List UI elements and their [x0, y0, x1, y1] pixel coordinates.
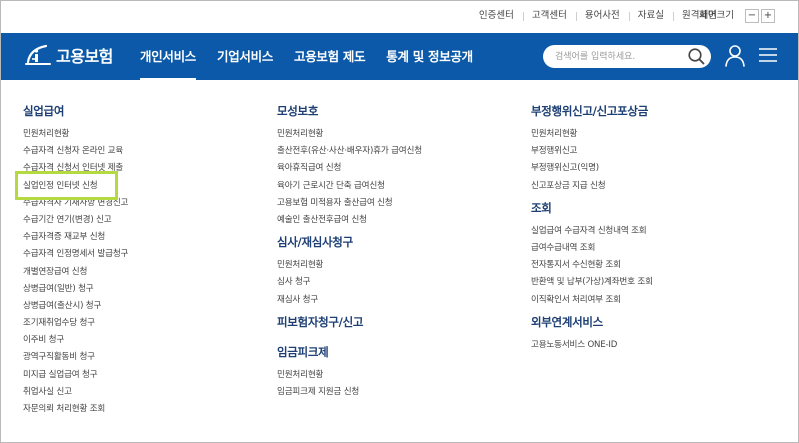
unemployment-benefits-list: 민원처리현황 수급자격 신청자 온라인 교육 수급자격 신청서 인터넷 제출 실…	[23, 128, 128, 420]
utility-link-glossary[interactable]: 용어사전	[575, 9, 629, 23]
sitemap-column-3: 부정행위신고/신고포상금 민원처리현황 부정행위신고 부정행위신고(익명) 신고…	[531, 104, 653, 356]
section-title-fraud-report[interactable]: 부정행위신고/신고포상금	[531, 104, 653, 118]
section-title-inquiry[interactable]: 조회	[531, 201, 653, 215]
global-nav: 개인서비스 기업서비스 고용보험 제도 통계 및 정보공개	[140, 33, 494, 80]
zoom-out-button[interactable]: −	[745, 9, 759, 23]
utility-link-library[interactable]: 자료실	[628, 9, 673, 23]
list-item[interactable]: 육아기 근로시간 단축 급여신청	[277, 180, 422, 197]
sitemap-column-1: 실업급여 민원처리현황 수급자격 신청자 온라인 교육 수급자격 신청서 인터넷…	[23, 104, 128, 420]
list-item[interactable]: 수급자격 신청서 인터넷 제출	[23, 162, 128, 179]
list-item[interactable]: 전자통지서 수신현황 조회	[531, 259, 653, 276]
utility-links: 인증센터 고객센터 용어사전 자료실 원격제어	[470, 9, 726, 23]
list-item[interactable]: 취업사실 신고	[23, 386, 128, 403]
list-item[interactable]: 재심사 청구	[277, 294, 422, 311]
wage-peak-list: 민원처리현황 임금피크제 지원금 신청	[277, 369, 422, 403]
hamburger-menu-icon[interactable]	[759, 47, 777, 63]
list-item[interactable]: 고용노동서비스 ONE-ID	[531, 339, 653, 356]
logo-mark-icon	[25, 44, 51, 65]
list-item[interactable]: 수급자격 신청자 온라인 교육	[23, 145, 128, 162]
list-item[interactable]: 심사 청구	[277, 276, 422, 293]
list-item[interactable]: 민원처리현황	[531, 128, 653, 145]
section-title-maternity-protection[interactable]: 모성보호	[277, 104, 422, 118]
utility-link-customer-center[interactable]: 고객센터	[522, 9, 576, 23]
zoom-in-button[interactable]: +	[761, 9, 775, 23]
list-item[interactable]: 임금피크제 지원금 신청	[277, 386, 422, 403]
list-item[interactable]: 민원처리현황	[277, 259, 422, 276]
list-item[interactable]: 이주비 청구	[23, 334, 128, 351]
list-item[interactable]: 민원처리현황	[277, 128, 422, 145]
section-title-insured-claims[interactable]: 피보험자청구/신고	[277, 315, 422, 329]
inquiry-list: 실업급여 수급자격 신청내역 조회 급여수급내역 조회 전자통지서 수신현황 조…	[531, 225, 653, 311]
list-item[interactable]: 이직확인서 처리여부 조회	[531, 294, 653, 311]
nav-personal-services[interactable]: 개인서비스	[140, 33, 196, 80]
main-header: 고용보험 개인서비스 기업서비스 고용보험 제도 통계 및 정보공개	[1, 33, 798, 80]
list-item[interactable]: 미지급 실업급여 청구	[23, 369, 128, 386]
list-item[interactable]: 수급자격자 기재사항 변경신고	[23, 197, 128, 214]
list-item[interactable]: 신고포상금 지급 신청	[531, 180, 653, 197]
search-input[interactable]	[555, 49, 685, 64]
external-services-list: 고용노동서비스 ONE-ID	[531, 339, 653, 356]
section-title-review-request[interactable]: 심사/재심사청구	[277, 235, 422, 249]
list-item[interactable]: 자문의뢰 처리현황 조회	[23, 403, 128, 420]
nav-insurance-system[interactable]: 고용보험 제도	[294, 33, 366, 80]
list-item[interactable]: 예술인 출산전후급여 신청	[277, 214, 422, 231]
nav-statistics-disclosure[interactable]: 통계 및 정보공개	[386, 33, 473, 80]
list-item[interactable]: 실업급여 수급자격 신청내역 조회	[531, 225, 653, 242]
maternity-protection-list: 민원처리현황 출산전후(유산·사산·배우자)휴가 급여신청 육아휴직급여 신청 …	[277, 128, 422, 231]
user-icon[interactable]	[724, 44, 746, 68]
list-item[interactable]: 육아휴직급여 신청	[277, 162, 422, 179]
zoom-label: 화면크기	[699, 10, 734, 21]
utility-link-certificate-center[interactable]: 인증센터	[470, 9, 523, 23]
section-title-external-services[interactable]: 외부연계서비스	[531, 315, 653, 329]
list-item[interactable]: 부정행위신고	[531, 145, 653, 162]
list-item[interactable]: 광역구직활동비 청구	[23, 351, 128, 368]
list-item[interactable]: 고용보험 미적용자 출산급여 신청	[277, 197, 422, 214]
list-item[interactable]: 민원처리현황	[23, 128, 128, 145]
section-title-wage-peak[interactable]: 임금피크제	[277, 345, 422, 359]
list-item[interactable]: 출산전후(유산·사산·배우자)휴가 급여신청	[277, 145, 422, 162]
list-item[interactable]: 수급기간 연기(변경) 신고	[23, 214, 128, 231]
list-item[interactable]: 민원처리현황	[277, 369, 422, 386]
list-item[interactable]: 반환액 및 납부(가상)계좌번호 조회	[531, 276, 653, 293]
nav-business-services[interactable]: 기업서비스	[217, 33, 273, 80]
sitemap-column-2: 모성보호 민원처리현황 출산전후(유산·사산·배우자)휴가 급여신청 육아휴직급…	[277, 104, 422, 403]
list-item[interactable]: 급여수급내역 조회	[531, 242, 653, 259]
fraud-report-list: 민원처리현황 부정행위신고 부정행위신고(익명) 신고포상금 지급 신청	[531, 128, 653, 197]
section-title-unemployment-benefits[interactable]: 실업급여	[23, 104, 128, 118]
list-item[interactable]: 수급자격증 재교부 신청	[23, 231, 128, 248]
list-item[interactable]: 조기재취업수당 청구	[23, 317, 128, 334]
list-item[interactable]: 부정행위신고(익명)	[531, 162, 653, 179]
list-item[interactable]: 상병급여(출산시) 청구	[23, 300, 128, 317]
list-item[interactable]: 개별연장급여 신청	[23, 266, 128, 283]
site-logo[interactable]: 고용보험	[24, 43, 113, 67]
list-item[interactable]: 상병급여(일반) 청구	[23, 283, 128, 300]
list-item-unemployment-recognition[interactable]: 실업인정 인터넷 신청	[23, 180, 128, 197]
search-box	[543, 45, 711, 68]
search-icon[interactable]	[687, 47, 706, 66]
utility-bar: 인증센터 고객센터 용어사전 자료실 원격제어 화면크기 − +	[0, 0, 799, 33]
list-item[interactable]: 수급자격 인정명세서 발급청구	[23, 248, 128, 265]
logo-text: 고용보험	[56, 47, 113, 66]
review-request-list: 민원처리현황 심사 청구 재심사 청구	[277, 259, 422, 311]
